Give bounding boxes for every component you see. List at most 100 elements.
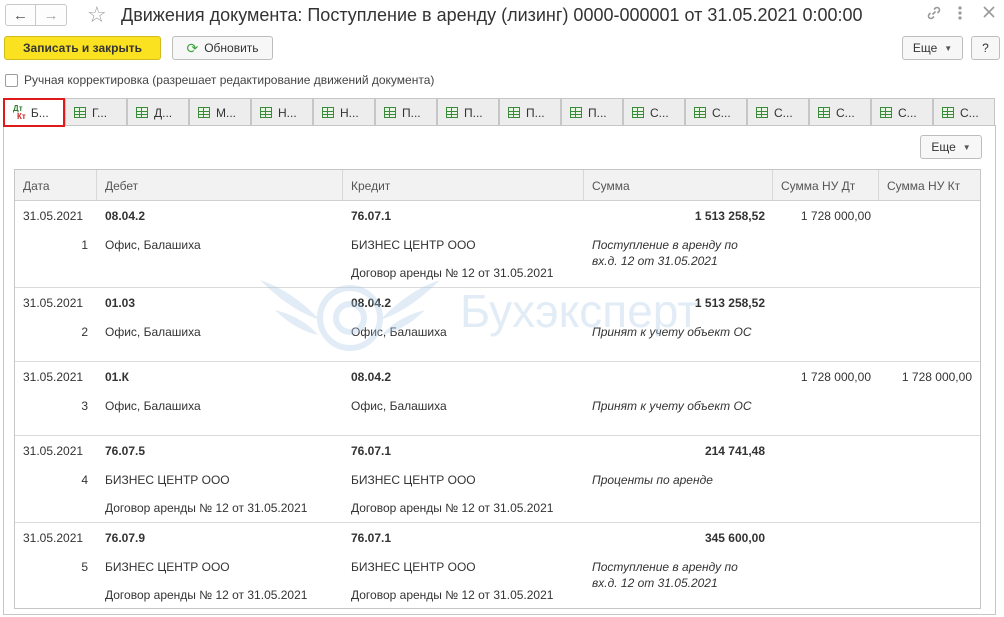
row-date: 31.05.2021: [23, 370, 84, 384]
star-icon[interactable]: ☆: [87, 2, 107, 28]
more-vertical-icon[interactable]: [957, 5, 963, 26]
column-header-sum-nu-dt[interactable]: Сумма НУ Дт: [773, 170, 879, 201]
link-icon[interactable]: [926, 5, 942, 26]
help-button[interactable]: ?: [971, 36, 1000, 60]
row-credit-subconto: Офис, Балашиха: [351, 325, 447, 339]
register-icon: [818, 107, 830, 118]
refresh-button[interactable]: ⟳ Обновить: [172, 36, 273, 60]
tab-register[interactable]: П...: [561, 98, 623, 126]
row-credit-account: 76.07.1: [351, 444, 392, 458]
row-sum: 1 513 258,52: [694, 209, 765, 223]
row-credit-subconto: БИЗНЕС ЦЕНТР ООО: [351, 473, 476, 487]
row-credit-subconto-2: Договор аренды № 12 от 31.05.2021: [351, 588, 554, 602]
row-content: Проценты по аренде: [592, 473, 713, 487]
arrow-left-icon: ←: [13, 6, 28, 24]
manual-correction[interactable]: Ручная корректировка (разрешает редактир…: [5, 72, 434, 88]
tab-label: Д...: [154, 105, 173, 120]
tab-register[interactable]: С...: [933, 98, 995, 126]
more-button[interactable]: Еще ▼: [902, 36, 963, 60]
column-header-date[interactable]: Дата: [15, 170, 97, 201]
save-and-close-label: Записать и закрыть: [23, 41, 142, 55]
tab-label: П...: [588, 105, 607, 120]
row-debit-subconto-2: Договор аренды № 12 от 31.05.2021: [105, 501, 308, 515]
row-sum: 214 741,48: [704, 444, 765, 458]
more-label: Еще: [912, 41, 938, 55]
row-debit-subconto: БИЗНЕС ЦЕНТР ООО: [105, 560, 230, 574]
row-debit-account: 01.03: [105, 296, 136, 310]
back-button[interactable]: ←: [5, 4, 36, 26]
row-credit-subconto: Офис, Балашиха: [351, 399, 447, 413]
tab-register[interactable]: С...: [809, 98, 871, 126]
tab-register[interactable]: Д...: [127, 98, 189, 126]
row-number: 1: [81, 238, 88, 252]
row-debit-account: 08.04.2: [105, 209, 146, 223]
row-credit-subconto-2: Договор аренды № 12 от 31.05.2021: [351, 266, 554, 280]
chevron-down-icon: ▼: [962, 142, 971, 152]
table-row[interactable]: 31.05.2021 4 76.07.5 БИЗНЕС ЦЕНТР ООО До…: [15, 436, 980, 523]
panel-more-button[interactable]: Еще ▼: [920, 135, 982, 159]
register-icon: [322, 107, 334, 118]
manual-correction-checkbox[interactable]: [5, 73, 18, 87]
column-header-sum[interactable]: Сумма: [584, 170, 773, 201]
tab-register[interactable]: Н...: [251, 98, 313, 126]
row-number: 4: [81, 473, 88, 487]
row-debit-subconto: БИЗНЕС ЦЕНТР ООО: [105, 473, 230, 487]
tab-label: М...: [216, 105, 236, 120]
dt-kt-icon: Дт Кт: [13, 103, 26, 121]
row-credit-account: 76.07.1: [351, 531, 392, 545]
table-row[interactable]: 31.05.2021 3 01.К Офис, Балашиха 08.04.2…: [15, 362, 980, 436]
column-header-credit[interactable]: Кредит: [343, 170, 584, 201]
tab-register[interactable]: С...: [871, 98, 933, 126]
row-debit-subconto: Офис, Балашиха: [105, 238, 201, 252]
register-icon: [880, 107, 892, 118]
close-icon[interactable]: [982, 5, 996, 24]
save-and-close-button[interactable]: Записать и закрыть: [4, 36, 161, 60]
column-header-debit[interactable]: Дебет: [97, 170, 343, 201]
register-icon: [942, 107, 954, 118]
tab-register[interactable]: Н...: [313, 98, 375, 126]
forward-button[interactable]: →: [36, 4, 67, 26]
row-date: 31.05.2021: [23, 444, 84, 458]
command-bar: Записать и закрыть ⟳ Обновить Еще ▼ ?: [0, 36, 1004, 64]
tab-label: П...: [526, 105, 545, 120]
register-icon: [632, 107, 644, 118]
row-content: Поступление в аренду по вх.д. 12 от 31.0…: [592, 238, 738, 268]
row-debit-account: 76.07.9: [105, 531, 146, 545]
table-row[interactable]: 31.05.2021 1 08.04.2 Офис, Балашиха 76.0…: [15, 201, 980, 288]
tab-register[interactable]: П...: [499, 98, 561, 126]
row-credit-subconto: БИЗНЕС ЦЕНТР ООО: [351, 238, 476, 252]
table-row[interactable]: 31.05.2021 5 76.07.9 БИЗНЕС ЦЕНТР ООО До…: [15, 523, 980, 608]
tab-label: Н...: [340, 105, 359, 120]
tab-label: С...: [836, 105, 855, 120]
chevron-down-icon: ▼: [944, 43, 953, 53]
help-label: ?: [982, 41, 989, 55]
table-header: Дата Дебет Кредит Сумма Сумма НУ Дт Сумм…: [15, 170, 980, 201]
tab-register[interactable]: С...: [623, 98, 685, 126]
tab-register[interactable]: П...: [437, 98, 499, 126]
register-icon: [136, 107, 148, 118]
tab-register[interactable]: С...: [747, 98, 809, 126]
row-number: 3: [81, 399, 88, 413]
refresh-icon: ⟳: [186, 39, 199, 56]
tab-register[interactable]: П...: [375, 98, 437, 126]
table-row[interactable]: 31.05.2021 2 01.03 Офис, Балашиха 08.04.…: [15, 288, 980, 362]
register-icon: [198, 107, 210, 118]
row-sum-nu-dt: 1 728 000,00: [800, 370, 871, 384]
tab-register[interactable]: М...: [189, 98, 251, 126]
tab-label: П...: [402, 105, 421, 120]
tab-register[interactable]: Г...: [65, 98, 127, 126]
tab-label: С...: [774, 105, 793, 120]
row-number: 5: [81, 560, 88, 574]
title-bar: ← → ☆ Движения документа: Поступление в …: [0, 0, 1004, 32]
tab-register[interactable]: С...: [685, 98, 747, 126]
tab-accounting[interactable]: Дт Кт Б...: [3, 98, 65, 127]
register-icon: [508, 107, 520, 118]
tab-label: С...: [898, 105, 917, 120]
column-header-sum-nu-kt[interactable]: Сумма НУ Кт: [879, 170, 980, 201]
row-credit-account: 76.07.1: [351, 209, 392, 223]
register-icon: [384, 107, 396, 118]
arrow-right-icon: →: [43, 6, 59, 24]
row-date: 31.05.2021: [23, 209, 84, 223]
row-content: Поступление в аренду по вх.д. 12 от 31.0…: [592, 560, 738, 590]
row-debit-account: 01.К: [105, 370, 130, 384]
